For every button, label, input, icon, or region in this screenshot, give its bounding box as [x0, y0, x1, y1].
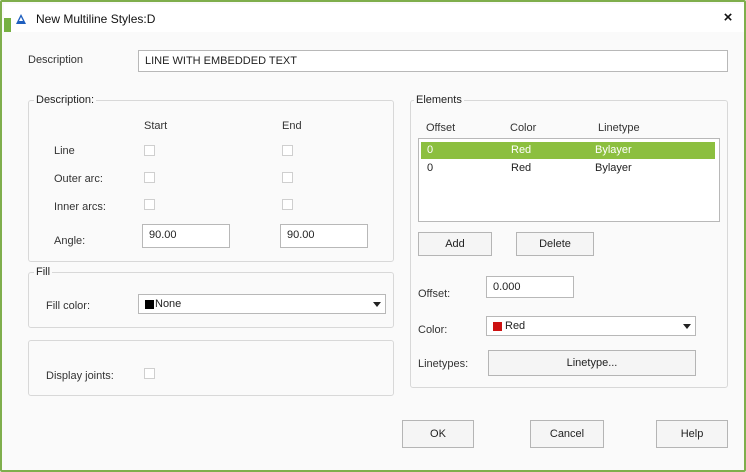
list-item[interactable]: 0 Red Bylayer — [421, 142, 715, 159]
outer-arc-end-checkbox[interactable] — [282, 172, 293, 183]
help-button[interactable]: Help — [656, 420, 728, 448]
display-joints-checkbox[interactable] — [144, 368, 155, 379]
element-color: Red — [511, 162, 532, 174]
line-start-checkbox[interactable] — [144, 145, 155, 156]
linetype-column-header: Linetype — [598, 122, 640, 134]
elements-list[interactable]: 0 Red Bylayer 0 Red Bylayer — [418, 138, 720, 222]
inner-arcs-end-checkbox[interactable] — [282, 199, 293, 210]
line-end-checkbox[interactable] — [282, 145, 293, 156]
color-label: Color: — [418, 324, 448, 336]
angle-end-input[interactable]: 90.00 — [280, 224, 368, 248]
title-accent — [4, 18, 11, 32]
app-icon — [16, 14, 26, 24]
dialog-title: New Multiline Styles:D — [36, 12, 156, 26]
linetypes-label: Linetypes: — [418, 358, 469, 370]
angle-label: Angle: — [54, 235, 86, 247]
element-linetype: Bylayer — [595, 162, 632, 174]
color-swatch — [493, 322, 502, 331]
joints-group — [28, 340, 394, 396]
delete-button[interactable]: Delete — [516, 232, 594, 256]
element-linetype: Bylayer — [595, 144, 632, 156]
description-input[interactable]: LINE WITH EMBEDDED TEXT — [138, 50, 728, 72]
list-item[interactable]: 0 Red Bylayer — [421, 160, 715, 177]
close-button[interactable]: × — [718, 8, 738, 28]
ok-button[interactable]: OK — [402, 420, 474, 448]
description-label: Description — [28, 54, 84, 66]
display-joints-label: Display joints: — [46, 370, 114, 382]
dialog-window: New Multiline Styles:D × Description LIN… — [0, 0, 746, 472]
outer-arc-start-checkbox[interactable] — [144, 172, 155, 183]
fill-legend: Fill — [34, 266, 53, 278]
add-button[interactable]: Add — [418, 232, 492, 256]
end-header: End — [282, 120, 302, 132]
start-header: Start — [144, 120, 168, 132]
line-label: Line — [54, 145, 75, 157]
fill-color-swatch — [145, 300, 154, 309]
fill-color-value: None — [155, 298, 182, 310]
element-offset: 0 — [427, 144, 434, 156]
element-offset: 0 — [427, 162, 434, 174]
inner-arcs-label: Inner arcs: — [54, 201, 106, 213]
color-value: Red — [505, 320, 526, 332]
offset-label: Offset: — [418, 288, 451, 300]
offset-input[interactable]: 0.000 — [486, 276, 574, 298]
linetype-button[interactable]: Linetype... — [488, 350, 696, 376]
color-select[interactable]: Red — [486, 316, 696, 336]
fill-color-label: Fill color: — [46, 300, 91, 312]
elements-legend: Elements — [414, 94, 464, 106]
title-bar: New Multiline Styles:D × — [4, 4, 744, 32]
color-column-header: Color — [510, 122, 537, 134]
chevron-down-icon — [683, 324, 691, 329]
inner-arcs-start-checkbox[interactable] — [144, 199, 155, 210]
element-color: Red — [511, 144, 532, 156]
caps-legend: Description: — [34, 94, 97, 106]
offset-column-header: Offset — [426, 122, 456, 134]
outer-arc-label: Outer arc: — [54, 173, 103, 185]
chevron-down-icon — [373, 302, 381, 307]
cancel-button[interactable]: Cancel — [530, 420, 604, 448]
fill-color-select[interactable]: None — [138, 294, 386, 314]
angle-start-input[interactable]: 90.00 — [142, 224, 230, 248]
